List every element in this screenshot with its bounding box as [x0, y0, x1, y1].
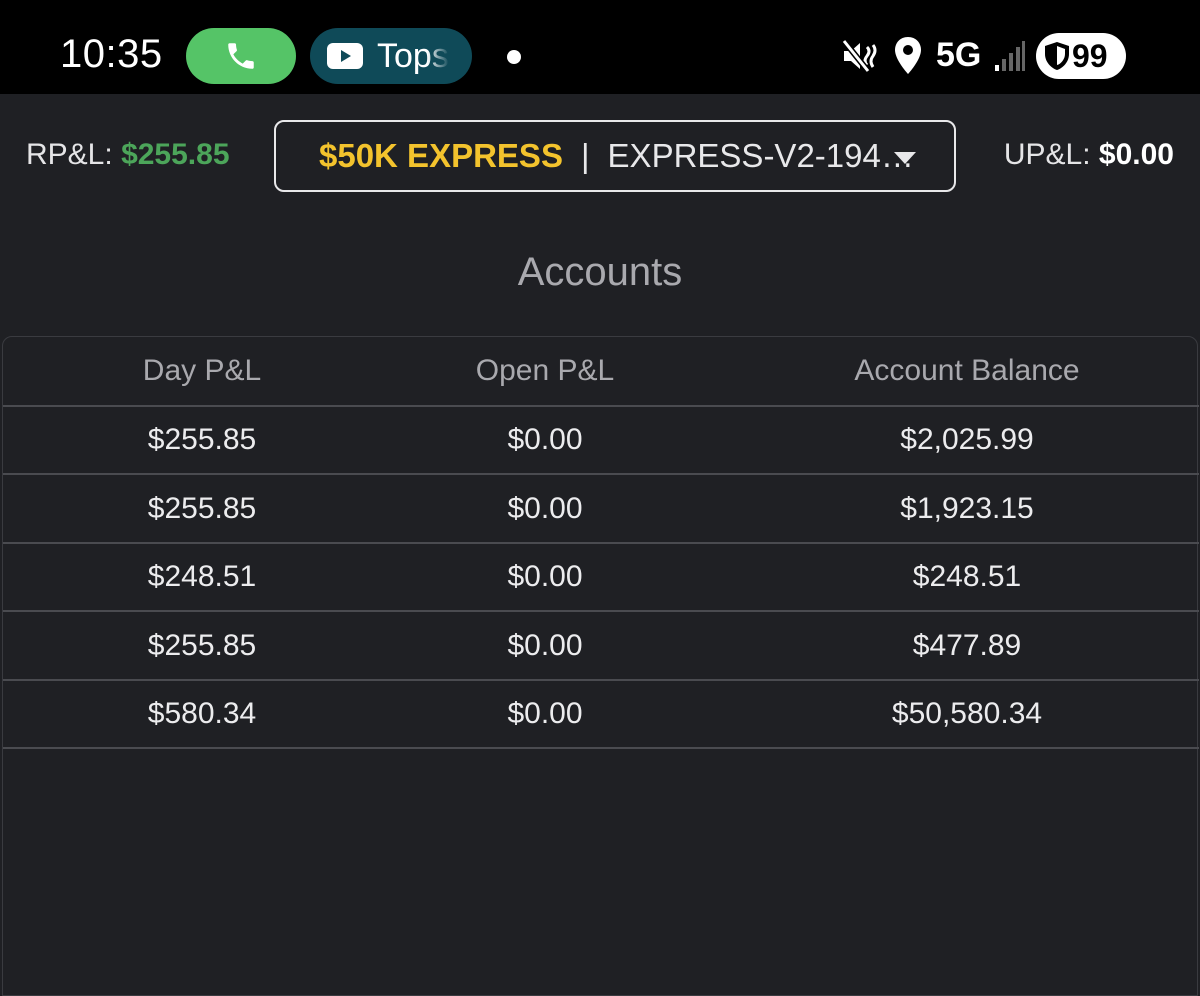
battery-level: 99: [1072, 37, 1108, 74]
table-row[interactable]: $248.51 $0.00 $248.51: [3, 544, 1199, 612]
realized-pnl-value: $255.85: [121, 138, 230, 171]
network-type: 5G: [936, 36, 982, 74]
account-balance-cell: $477.89: [912, 629, 1022, 662]
open-pnl-cell: $0.00: [507, 492, 583, 525]
chevron-down-icon: [894, 152, 916, 164]
account-balance-cell: $50,580.34: [891, 697, 1043, 730]
page-title: Accounts: [517, 250, 683, 294]
account-id: EXPRESS-V2-194…: [607, 137, 914, 174]
unrealized-pnl: UP&L: $0.00: [1004, 138, 1174, 172]
account-selector[interactable]: $50K EXPRESS | EXPRESS-V2-194…: [274, 120, 956, 192]
account-balance-cell: $1,923.15: [900, 492, 1034, 525]
open-pnl-cell: $0.00: [507, 697, 583, 730]
table-row[interactable]: $255.85 $0.00 $477.89: [3, 612, 1199, 681]
battery-indicator: 99: [1036, 33, 1126, 79]
mute-vibrate-icon: [841, 39, 877, 73]
day-pnl-cell: $255.85: [147, 492, 257, 525]
column-header-account-balance: Account Balance: [854, 354, 1080, 387]
unrealized-pnl-value: $0.00: [1098, 138, 1174, 171]
day-pnl-cell: $248.51: [147, 560, 257, 593]
accounts-table: Day P&L Open P&L Account Balance $255.85…: [2, 336, 1199, 996]
account-separator: |: [580, 137, 590, 174]
realized-pnl-label: RP&L:: [26, 138, 113, 171]
unrealized-pnl-label: UP&L:: [1003, 138, 1091, 171]
account-name: $50K EXPRESS: [319, 137, 563, 174]
account-balance-cell: $248.51: [912, 560, 1022, 593]
account-balance-cell: $2,025.99: [900, 423, 1034, 456]
column-header-open-pnl: Open P&L: [475, 354, 615, 387]
table-row[interactable]: $255.85 $0.00 $1,923.15: [3, 475, 1199, 544]
day-pnl-cell: $580.34: [147, 697, 257, 730]
day-pnl-cell: $255.85: [147, 629, 257, 662]
realized-pnl: RP&L: $255.85: [26, 138, 230, 172]
location-icon: [895, 37, 921, 74]
open-pnl-cell: $0.00: [507, 423, 583, 456]
table-row[interactable]: $580.34 $0.00 $50,580.34: [3, 681, 1199, 749]
ongoing-call-chip[interactable]: [186, 28, 296, 84]
phone-icon: [228, 43, 254, 69]
column-header-day-pnl: Day P&L: [142, 354, 262, 387]
notification-dot: [507, 50, 521, 64]
media-title: Tops: [377, 36, 449, 75]
clock: 10:35: [60, 32, 163, 76]
day-pnl-cell: $255.85: [147, 423, 257, 456]
shield-icon: [1045, 42, 1069, 70]
open-pnl-cell: $0.00: [507, 629, 583, 662]
status-bar: 10:35 Tops 5G 99: [0, 0, 1200, 94]
open-pnl-cell: $0.00: [507, 560, 583, 593]
table-row[interactable]: $255.85 $0.00 $2,025.99: [3, 407, 1199, 475]
signal-icon: [995, 41, 1025, 71]
media-chip[interactable]: Tops: [310, 28, 472, 84]
table-header-row: Day P&L Open P&L Account Balance: [3, 337, 1199, 407]
youtube-icon: [327, 43, 363, 69]
